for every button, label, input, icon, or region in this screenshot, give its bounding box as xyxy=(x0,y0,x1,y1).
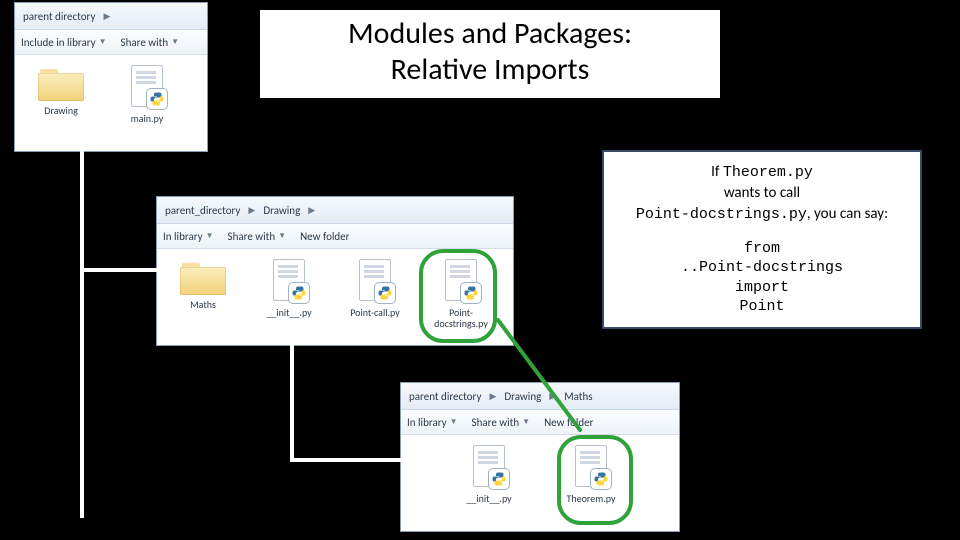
folder-item-maths[interactable]: Maths xyxy=(165,257,241,312)
toolbar-include[interactable]: Include in library▼ xyxy=(21,36,107,49)
folder-icon xyxy=(38,65,84,101)
tree-line-h1 xyxy=(80,268,158,272)
file-item-point-docstrings[interactable]: Point-docstrings.py xyxy=(423,257,499,331)
breadcrumb-drawing[interactable]: Drawing xyxy=(500,389,545,404)
file-label: Theorem.py xyxy=(567,493,616,504)
python-file-icon xyxy=(269,259,309,303)
python-file-icon xyxy=(127,65,167,109)
file-pane[interactable]: __init__.py Theorem.py xyxy=(401,435,679,531)
folder-icon xyxy=(180,259,226,295)
file-label: __init__.py xyxy=(466,493,511,504)
toolbar-share[interactable]: Share with▼ xyxy=(472,416,531,429)
file-label: Point-docstrings.py xyxy=(425,307,497,329)
address-bar[interactable]: parent_directory ▶ Drawing ▶ xyxy=(157,197,513,224)
file-item-init[interactable]: __init__.py xyxy=(451,443,527,506)
breadcrumb-parent[interactable]: parent directory xyxy=(19,9,99,24)
file-item-init[interactable]: __init__.py xyxy=(251,257,327,320)
toolbar-newfolder[interactable]: New folder xyxy=(544,416,593,429)
python-file-icon xyxy=(571,445,611,489)
file-label: Drawing xyxy=(44,105,78,116)
folder-item-drawing[interactable]: Drawing xyxy=(23,63,99,118)
file-label: Maths xyxy=(190,299,216,310)
toolbar-share[interactable]: Share with▼ xyxy=(228,230,287,243)
explorer-window-drawing: parent_directory ▶ Drawing ▶ In library▼… xyxy=(156,196,514,346)
toolbar-include[interactable]: In library▼ xyxy=(407,416,458,429)
python-file-icon xyxy=(469,445,509,489)
explorer-window-maths: parent directory ▶ Drawing ▶ Maths In li… xyxy=(400,382,680,532)
address-bar[interactable]: parent directory ▶ Drawing ▶ Maths xyxy=(401,383,679,410)
file-label: Point-call.py xyxy=(350,307,400,318)
python-file-icon xyxy=(441,259,481,303)
tree-line-h2 xyxy=(290,458,402,462)
toolbar: In library▼ Share with▼ New folder xyxy=(401,410,679,435)
tree-line-v1b xyxy=(80,268,84,518)
instruction-callout: If Theorem.py wants to call Point-docstr… xyxy=(602,150,922,329)
slide-title: Modules and Packages: Relative Imports xyxy=(260,10,720,98)
toolbar: Include in library▼ Share with▼ xyxy=(15,30,207,55)
explorer-window-parent: parent directory ▶ Include in library▼ S… xyxy=(14,2,208,152)
toolbar-newfolder[interactable]: New folder xyxy=(300,230,349,243)
file-item-theorem[interactable]: Theorem.py xyxy=(553,443,629,506)
chevron-right-icon: ▶ xyxy=(487,391,498,402)
callout-code: from ..Point-docstrings import Point xyxy=(612,239,912,317)
chevron-right-icon: ▶ xyxy=(547,391,558,402)
file-label: main.py xyxy=(131,113,164,124)
breadcrumb-parent[interactable]: parent_directory xyxy=(161,203,244,218)
tree-line-v1 xyxy=(80,150,84,270)
chevron-down-icon: ▼ xyxy=(171,37,179,47)
chevron-down-icon: ▼ xyxy=(99,37,107,47)
chevron-down-icon: ▼ xyxy=(278,231,286,241)
breadcrumb-drawing[interactable]: Drawing xyxy=(259,203,304,218)
chevron-right-icon: ▶ xyxy=(101,11,112,22)
callout-text: If Theorem.py wants to call Point-docstr… xyxy=(612,162,912,225)
chevron-down-icon: ▼ xyxy=(522,417,530,427)
breadcrumb-maths[interactable]: Maths xyxy=(560,389,596,404)
toolbar-share[interactable]: Share with▼ xyxy=(121,36,180,49)
breadcrumb-parent[interactable]: parent directory xyxy=(405,389,485,404)
chevron-right-icon: ▶ xyxy=(246,205,257,216)
address-bar[interactable]: parent directory ▶ xyxy=(15,3,207,30)
chevron-down-icon: ▼ xyxy=(206,231,214,241)
toolbar-include[interactable]: In library▼ xyxy=(163,230,214,243)
tree-line-v2 xyxy=(290,340,294,460)
chevron-right-icon: ▶ xyxy=(306,205,317,216)
chevron-down-icon: ▼ xyxy=(450,417,458,427)
file-item-main[interactable]: main.py xyxy=(109,63,185,126)
file-label: __init__.py xyxy=(266,307,311,318)
python-file-icon xyxy=(355,259,395,303)
file-pane[interactable]: Maths __init__.py Point-call.py Point-do… xyxy=(157,249,513,345)
file-pane[interactable]: Drawing main.py xyxy=(15,55,207,151)
file-item-point-call[interactable]: Point-call.py xyxy=(337,257,413,320)
toolbar: In library▼ Share with▼ New folder xyxy=(157,224,513,249)
